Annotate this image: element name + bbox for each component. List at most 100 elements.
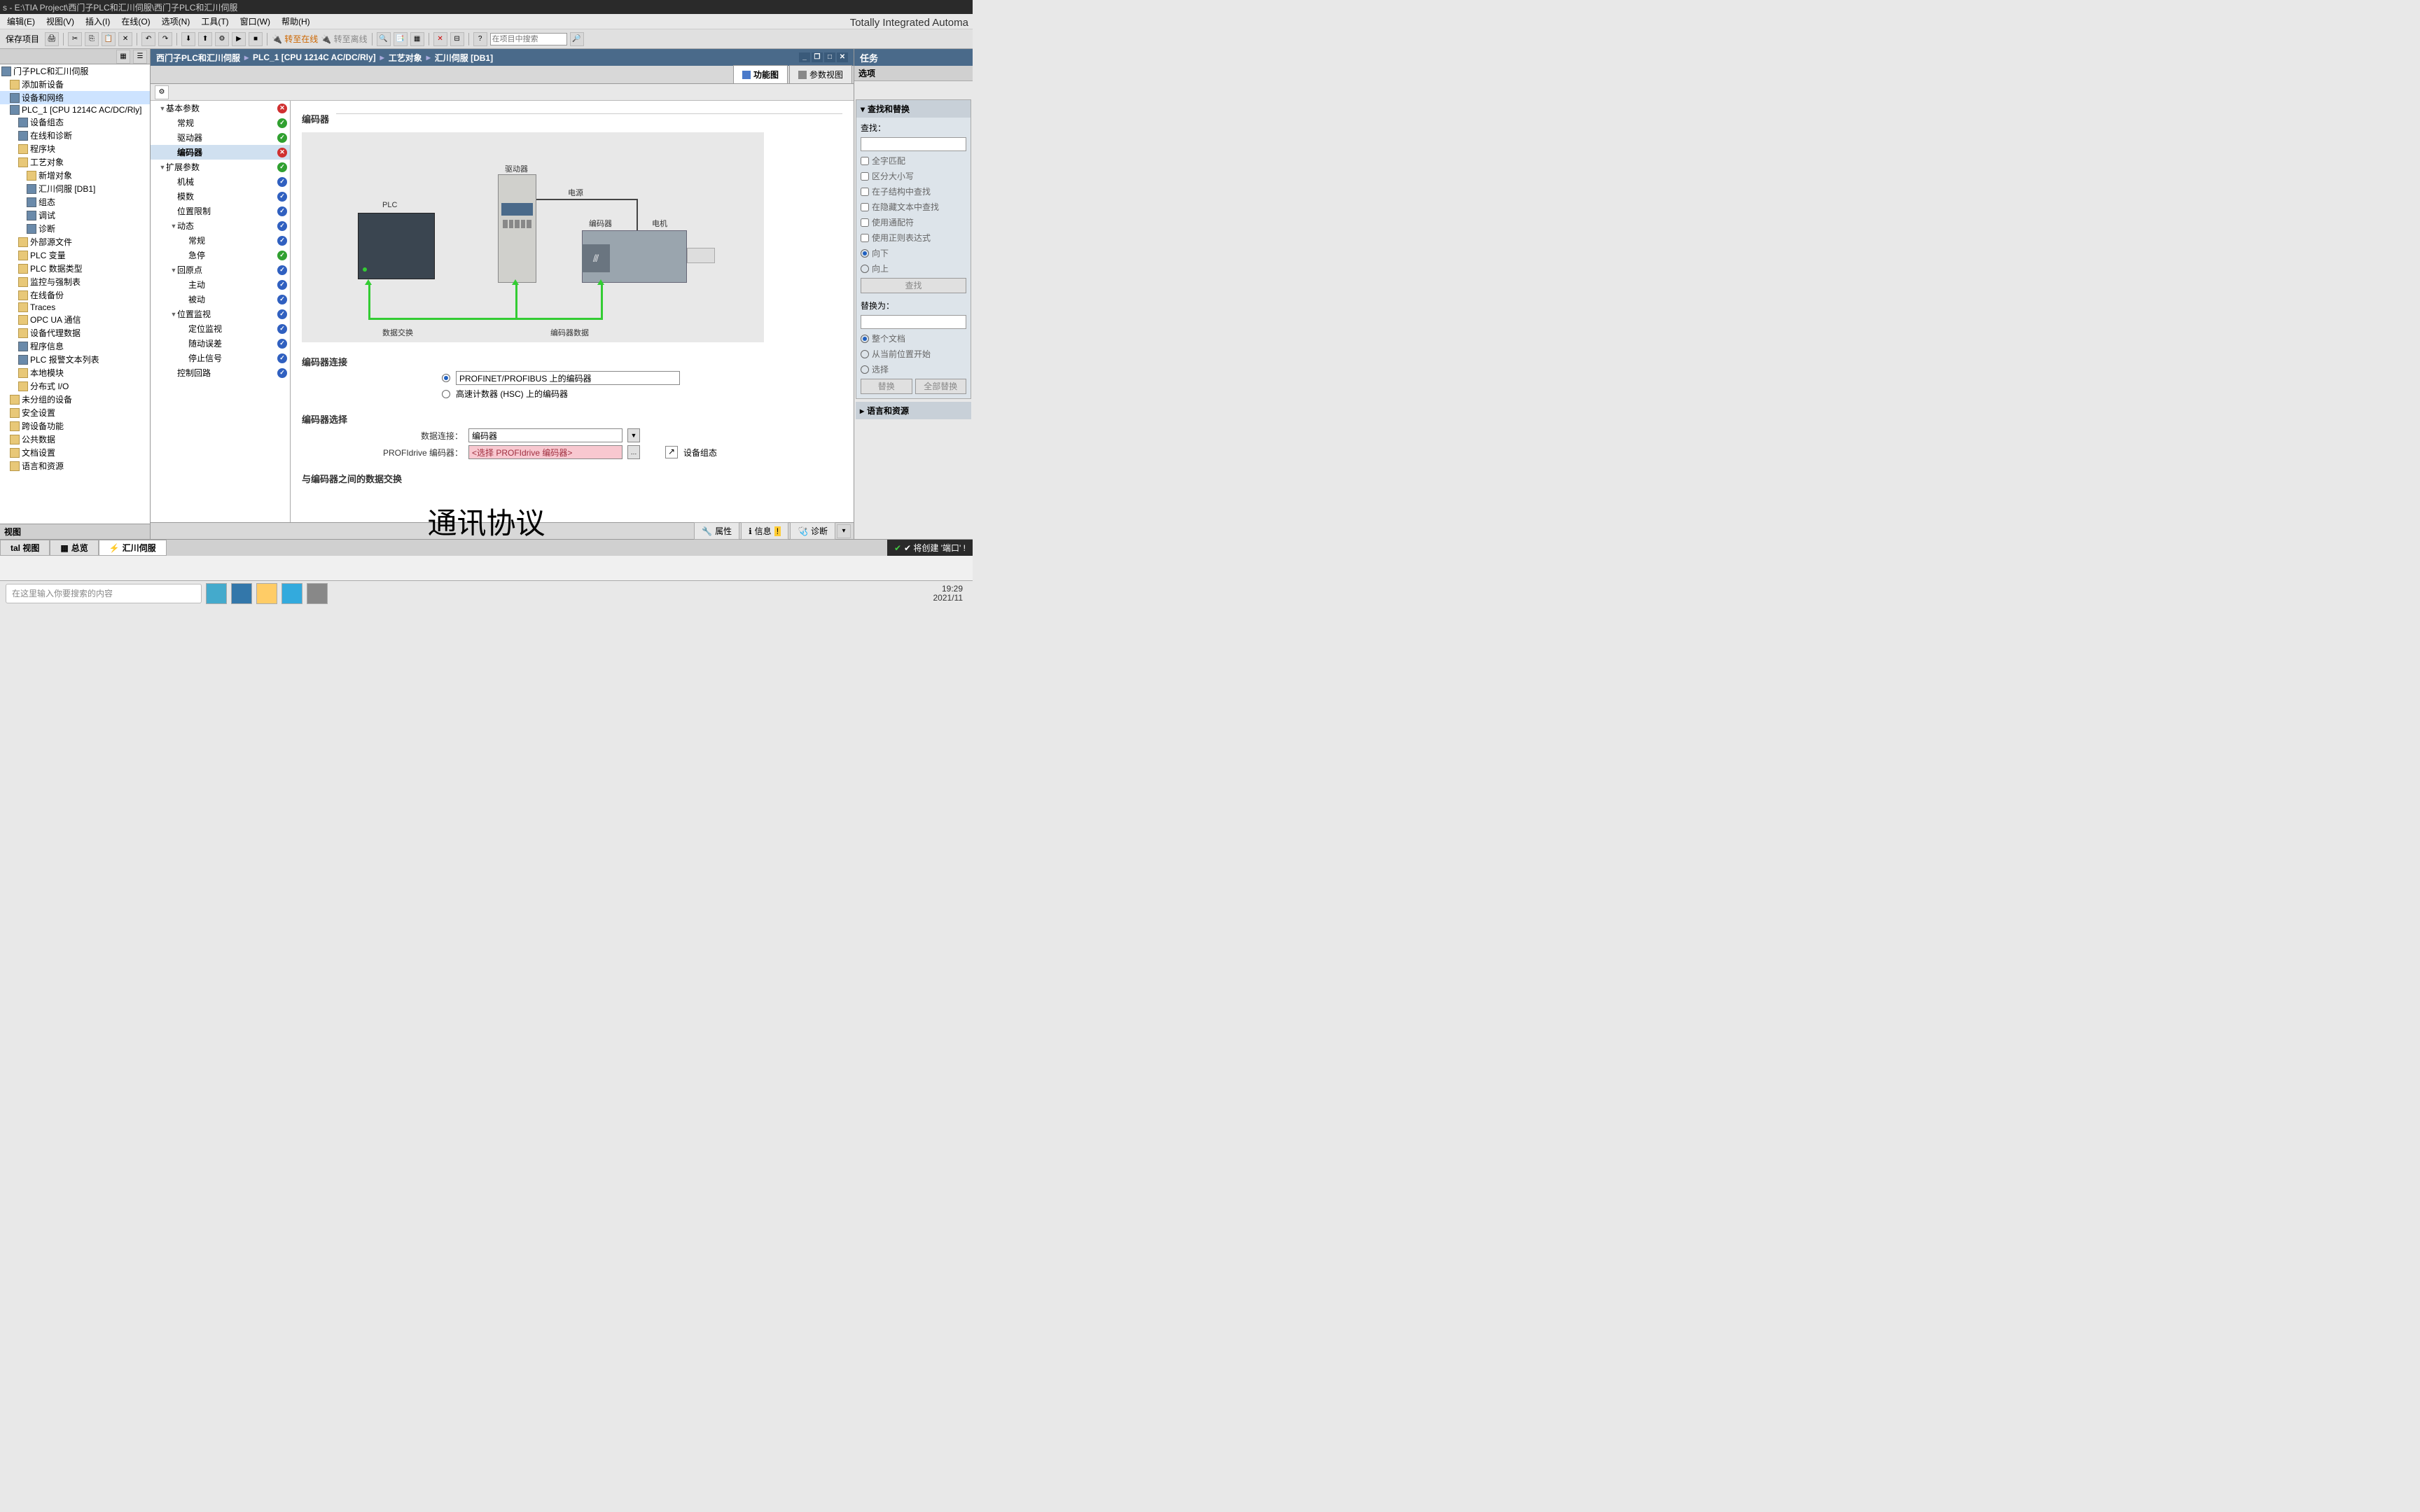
delete-icon[interactable]: ✕: [118, 32, 132, 46]
overview-tab[interactable]: ▦总览: [50, 540, 98, 556]
menu-options[interactable]: 选项(N): [156, 14, 196, 29]
tree-item[interactable]: 监控与强制表: [0, 275, 150, 288]
editor-restore-icon[interactable]: ❐: [812, 52, 823, 62]
config-nav-item[interactable]: ▼动态✓: [151, 218, 290, 233]
device-config-link[interactable]: 设备组态: [683, 447, 717, 458]
task-tia-icon[interactable]: [307, 583, 328, 604]
wildcards-check[interactable]: 使用通配符: [861, 216, 966, 228]
match-case-check[interactable]: 区分大小写: [861, 170, 966, 182]
upload-icon[interactable]: ⬆: [198, 32, 212, 46]
replace-button[interactable]: 替换: [861, 379, 912, 394]
hidden-text-check[interactable]: 在隐藏文本中查找: [861, 201, 966, 213]
tree-item[interactable]: OPC UA 通信: [0, 313, 150, 326]
whole-word-check[interactable]: 全字匹配: [861, 155, 966, 167]
tree-item[interactable]: Traces: [0, 302, 150, 313]
config-nav-item[interactable]: 主动✓: [151, 277, 290, 292]
crumb-2[interactable]: 工艺对象: [389, 52, 422, 64]
tree-item[interactable]: 新增对象: [0, 169, 150, 182]
save-project-button[interactable]: 保存项目: [3, 33, 42, 45]
tree-detail-icon[interactable]: ☰: [133, 50, 147, 64]
tree-item[interactable]: 未分组的设备: [0, 393, 150, 406]
tab-parameter-view[interactable]: 参数视图: [789, 65, 852, 83]
search-tb-icon[interactable]: 🔍: [377, 32, 391, 46]
tree-item[interactable]: 语言和资源: [0, 459, 150, 472]
whole-doc-radio[interactable]: 整个文档: [861, 332, 966, 344]
find-button[interactable]: 查找: [861, 278, 966, 293]
task-explorer-icon[interactable]: [256, 583, 277, 604]
config-nav-item[interactable]: 机械✓: [151, 174, 290, 189]
config-nav-item[interactable]: 常规✓: [151, 233, 290, 248]
config-nav-item[interactable]: 控制回路✓: [151, 365, 290, 380]
tree-item[interactable]: 分布式 I/O: [0, 379, 150, 393]
config-nav-item[interactable]: 随动误差✓: [151, 336, 290, 351]
task-app1-icon[interactable]: [206, 583, 227, 604]
radio-profinet-encoder[interactable]: [442, 374, 450, 382]
task-app2-icon[interactable]: [231, 583, 252, 604]
undo-icon[interactable]: ↶: [141, 32, 155, 46]
paste-icon[interactable]: 📋: [102, 32, 116, 46]
config-nav-item[interactable]: ▼回原点✓: [151, 262, 290, 277]
cfg-tool-icon[interactable]: ⚙: [155, 85, 169, 99]
regex-check[interactable]: 使用正则表达式: [861, 232, 966, 244]
go-online-button[interactable]: 🔌 转至在线: [272, 33, 318, 45]
tree-item[interactable]: PLC 数据类型: [0, 262, 150, 275]
tree-item[interactable]: 程序块: [0, 142, 150, 155]
tree-item[interactable]: 门子PLC和汇川伺服: [0, 64, 150, 78]
tree-item[interactable]: 在线和诊断: [0, 129, 150, 142]
tree-item[interactable]: 调试: [0, 209, 150, 222]
tree-item[interactable]: 程序信息: [0, 340, 150, 353]
replace-input[interactable]: [861, 315, 966, 329]
radio-hsc-encoder[interactable]: [442, 390, 450, 398]
tree-item[interactable]: PLC_1 [CPU 1214C AC/DC/Rly]: [0, 104, 150, 115]
config-nav-item[interactable]: 编码器✕: [151, 145, 290, 160]
project-search-input[interactable]: [490, 33, 567, 46]
tab-function-view[interactable]: 功能图: [733, 65, 788, 83]
menu-tools[interactable]: 工具(T): [195, 14, 234, 29]
data-link-dropdown-icon[interactable]: ▼: [627, 428, 640, 442]
tree-item[interactable]: 工艺对象: [0, 155, 150, 169]
dir-down-radio[interactable]: 向下: [861, 247, 966, 259]
profidrive-encoder-select[interactable]: <选择 PROFIdrive 编码器>: [468, 445, 623, 459]
menu-help[interactable]: 帮助(H): [276, 14, 316, 29]
go-offline-button[interactable]: 🔌 转至离线: [321, 33, 367, 45]
editor-close-icon[interactable]: ✕: [837, 52, 848, 62]
tree-item[interactable]: 安全设置: [0, 406, 150, 419]
device-config-link-icon[interactable]: ↗: [665, 446, 678, 458]
tree-item[interactable]: 本地模块: [0, 366, 150, 379]
cut-icon[interactable]: ✂: [68, 32, 82, 46]
find-replace-header[interactable]: ▾查找和替换: [856, 100, 971, 118]
compile-icon[interactable]: ⚙: [215, 32, 229, 46]
start-icon[interactable]: ▶: [232, 32, 246, 46]
tree-item[interactable]: PLC 变量: [0, 248, 150, 262]
help-tb-icon[interactable]: ?: [473, 32, 487, 46]
menu-window[interactable]: 窗口(W): [235, 14, 276, 29]
tree-item[interactable]: 设备代理数据: [0, 326, 150, 340]
config-nav-item[interactable]: 模数✓: [151, 189, 290, 204]
task-options-header[interactable]: 选项: [854, 66, 973, 81]
find-input[interactable]: [861, 137, 966, 151]
redo-icon[interactable]: ↷: [158, 32, 172, 46]
data-link-select[interactable]: 编码器: [468, 428, 623, 442]
tree-item[interactable]: 添加新设备: [0, 78, 150, 91]
config-nav-item[interactable]: 停止信号✓: [151, 351, 290, 365]
copy-icon[interactable]: ⎘: [85, 32, 99, 46]
system-clock[interactable]: 19:29 2021/11: [933, 584, 968, 603]
stop-icon[interactable]: ■: [249, 32, 263, 46]
close-red-icon[interactable]: ✕: [433, 32, 447, 46]
tree-view-icon[interactable]: ▦: [116, 50, 130, 64]
print-icon[interactable]: 🖨: [45, 32, 59, 46]
editor-tab[interactable]: ⚡汇川伺服: [99, 540, 167, 556]
sub-struct-check[interactable]: 在子结构中查找: [861, 186, 966, 197]
from-current-radio[interactable]: 从当前位置开始: [861, 348, 966, 360]
inspector-collapse-icon[interactable]: ▾: [837, 524, 851, 538]
layout-icon[interactable]: ▦: [410, 32, 424, 46]
menu-online[interactable]: 在线(O): [116, 14, 155, 29]
profinet-encoder-option[interactable]: PROFINET/PROFIBUS 上的编码器: [456, 371, 680, 385]
windows-search-input[interactable]: 在这里输入你要搜索的内容: [6, 584, 202, 603]
crumb-1[interactable]: PLC_1 [CPU 1214C AC/DC/Rly]: [253, 52, 376, 62]
crumb-0[interactable]: 西门子PLC和汇川伺服: [156, 52, 240, 64]
tree-item[interactable]: 汇川伺服 [DB1]: [0, 182, 150, 195]
editor-min-icon[interactable]: _: [799, 52, 810, 62]
config-nav-item[interactable]: 被动✓: [151, 292, 290, 307]
crossref-icon[interactable]: 📑: [394, 32, 408, 46]
